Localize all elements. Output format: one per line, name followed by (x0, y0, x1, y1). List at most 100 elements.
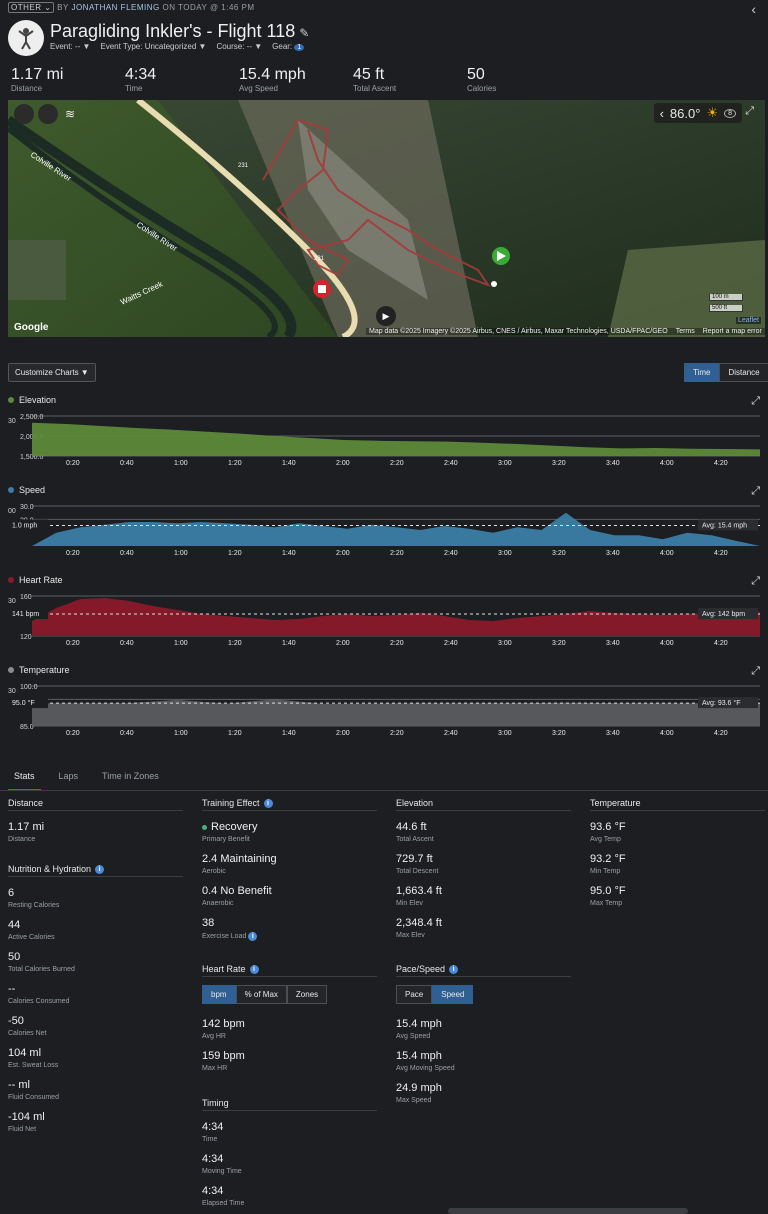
stat-label: Max Speed (396, 1097, 432, 1104)
hr-bpm-button[interactable]: bpm (202, 985, 236, 1004)
map-expand-icon[interactable]: ⤢ (745, 105, 754, 118)
map-fullscreen-button[interactable] (14, 104, 34, 124)
hr-zones-button[interactable]: Zones (286, 985, 328, 1004)
terms-link[interactable]: Terms (676, 328, 695, 335)
chart-x-tick-label: 1:40 (282, 730, 296, 736)
divider (0, 790, 768, 791)
course-selector[interactable]: Course: -- ▼ (216, 42, 262, 51)
horizontal-scrollbar[interactable] (448, 1208, 688, 1214)
wind-badge: 8 (724, 108, 736, 118)
layers-icon[interactable]: ≋ (60, 104, 80, 124)
chart-expand-icon[interactable]: ⤢ (751, 485, 760, 498)
sun-icon: ☀ (706, 105, 719, 120)
info-icon[interactable]: i (248, 932, 258, 941)
section-title: Timing (202, 1098, 377, 1111)
chart-expand-icon[interactable]: ⤢ (751, 395, 760, 408)
stats-tabs: Stats Laps Time in Zones (8, 770, 165, 791)
stat-value: 159 bpm (202, 1050, 245, 1062)
user-link[interactable]: JONATHAN FLEMING (71, 3, 159, 12)
stat-label: Exercise Load (202, 933, 247, 940)
pace-speed-section: Pace/Speed i Pace Speed 15.4 mph Avg Speed… (396, 964, 571, 1104)
speed-chart[interactable]: 0030.020.0Avg: 15.4 mph1.0 mph0:200:401:… (8, 502, 760, 556)
category-dropdown[interactable]: OTHER ⌄ (8, 2, 55, 13)
chart-title-text: Speed (19, 485, 46, 495)
stat-label: Elapsed Time (202, 1200, 245, 1207)
chart-x-tick-label: 2:00 (336, 640, 350, 646)
elevation-chart[interactable]: 302,500.02,000.01,500.00:20 0:40 1:00 1:20 1… (8, 412, 760, 466)
time-axis-button[interactable]: Time (684, 363, 720, 382)
report-map-error-link[interactable]: Report a map error (703, 328, 762, 335)
weather-widget[interactable]: ‹ 86.0° ☀ 8 (653, 103, 742, 123)
section-title-text: Timing (202, 1098, 229, 1108)
chart-x-tick-label: 1:00 (174, 730, 188, 736)
legend-dot (8, 397, 14, 403)
collapse-icon[interactable]: ‹ (751, 1, 756, 17)
stat-label: Moving Time (202, 1168, 242, 1175)
chart-x-tick-label: 0:20 (66, 730, 80, 736)
summary-calories: 50 Calories (467, 66, 581, 93)
activity-title-text: Paragliding Inkler's - Flight 118 (50, 21, 296, 41)
distance-axis-button[interactable]: Distance (719, 363, 768, 382)
customize-charts-button[interactable]: Customize Charts ▼ (8, 363, 96, 382)
chart-x-tick-label: 1:00 (174, 640, 188, 646)
stat-label: Aerobic (202, 868, 226, 875)
section-title: Training Effect i (202, 798, 377, 811)
section-title-text: Pace/Speed (396, 964, 446, 974)
tab-stats[interactable]: Stats (8, 770, 41, 791)
stat-label: Fluid Net (8, 1126, 37, 1133)
event-selector[interactable]: Event: -- ▼ (50, 42, 90, 51)
stat-label: Total Descent (396, 868, 439, 875)
chart-x-tick-label: 0:20 (66, 550, 80, 556)
section-title: Heart Rate i (202, 964, 377, 977)
info-icon[interactable]: i (263, 798, 273, 808)
chart-y-tick-label: 160 (20, 594, 32, 601)
pace-button[interactable]: Pace (396, 985, 433, 1004)
stat-item: 6 Resting Calories (8, 887, 183, 909)
chart-x-tick-label: 0:20 (66, 640, 80, 646)
play-icon[interactable]: ▶ (376, 306, 396, 326)
chart-series-area (32, 598, 760, 636)
stat-item: 15.4 mph Avg Moving Speed (396, 1050, 571, 1072)
tab-time-in-zones[interactable]: Time in Zones (96, 770, 165, 791)
leaflet-link[interactable]: Leaflet (735, 317, 761, 324)
legend-dot (8, 577, 14, 583)
finish-marker[interactable] (313, 280, 331, 298)
stat-item: -- ml Fluid Consumed (8, 1079, 183, 1101)
stat-value: 4:34 (202, 1121, 224, 1133)
event-type-selector[interactable]: Event Type: Uncategorized ▼ (100, 42, 206, 51)
chart-y-tick-label: 100.0 (20, 684, 38, 691)
chevron-left-icon[interactable]: ‹ (660, 106, 664, 121)
temperature-chart[interactable]: 30100.095.085.0Avg: 93.6 °F95.0 °F0:200:… (8, 682, 760, 736)
activity-map[interactable]: Colville River Colville River Waitts Cre… (8, 100, 765, 337)
stat-label: Distance (8, 836, 36, 843)
stat-label: Time (202, 1136, 218, 1143)
tab-laps[interactable]: Laps (53, 770, 85, 791)
stat-value: 44 (8, 919, 21, 931)
stat-item: 4:34 Moving Time (202, 1153, 377, 1175)
chart-x-tick-label: 1:00 (174, 550, 188, 556)
info-icon[interactable]: i (95, 864, 105, 874)
chart-y-tick-label: 120 (20, 634, 32, 641)
stat-item: 1.17 mi Distance (8, 821, 183, 843)
section-title: Temperature (590, 798, 765, 811)
chart-expand-icon[interactable]: ⤢ (751, 665, 760, 678)
stat-item: 1,663.4 ft Min Elev (396, 885, 571, 907)
edit-pencil-icon[interactable]: ✎ (299, 26, 309, 40)
gear-selector[interactable]: Gear: 1 (272, 42, 305, 51)
stat-value: -104 ml (8, 1111, 45, 1123)
stat-label: Calories Net (8, 1030, 47, 1037)
info-icon[interactable]: i (449, 964, 459, 974)
heart-rate-chart[interactable]: 30 160 120 Avg: 142 bpm 141 bpm 0:20 0:40 1:00 1… (8, 592, 760, 646)
stat-value: -50 (8, 1015, 24, 1027)
chart-x-tick-label: 4:20 (714, 640, 728, 646)
speed-button[interactable]: Speed (432, 985, 474, 1004)
info-icon[interactable]: i (249, 964, 259, 974)
chart-expand-icon[interactable]: ⤢ (751, 575, 760, 588)
chart-x-tick-label: 4:00 (660, 640, 674, 646)
hr-percent-max-button[interactable]: % of Max (235, 985, 287, 1004)
chart-x-tick-label: 1:20 (228, 730, 242, 736)
start-marker[interactable] (492, 247, 510, 265)
map-view-button[interactable] (38, 104, 58, 124)
chart-x-tick-label: 0:40 (120, 640, 134, 646)
stat-value: 6 (8, 887, 15, 899)
